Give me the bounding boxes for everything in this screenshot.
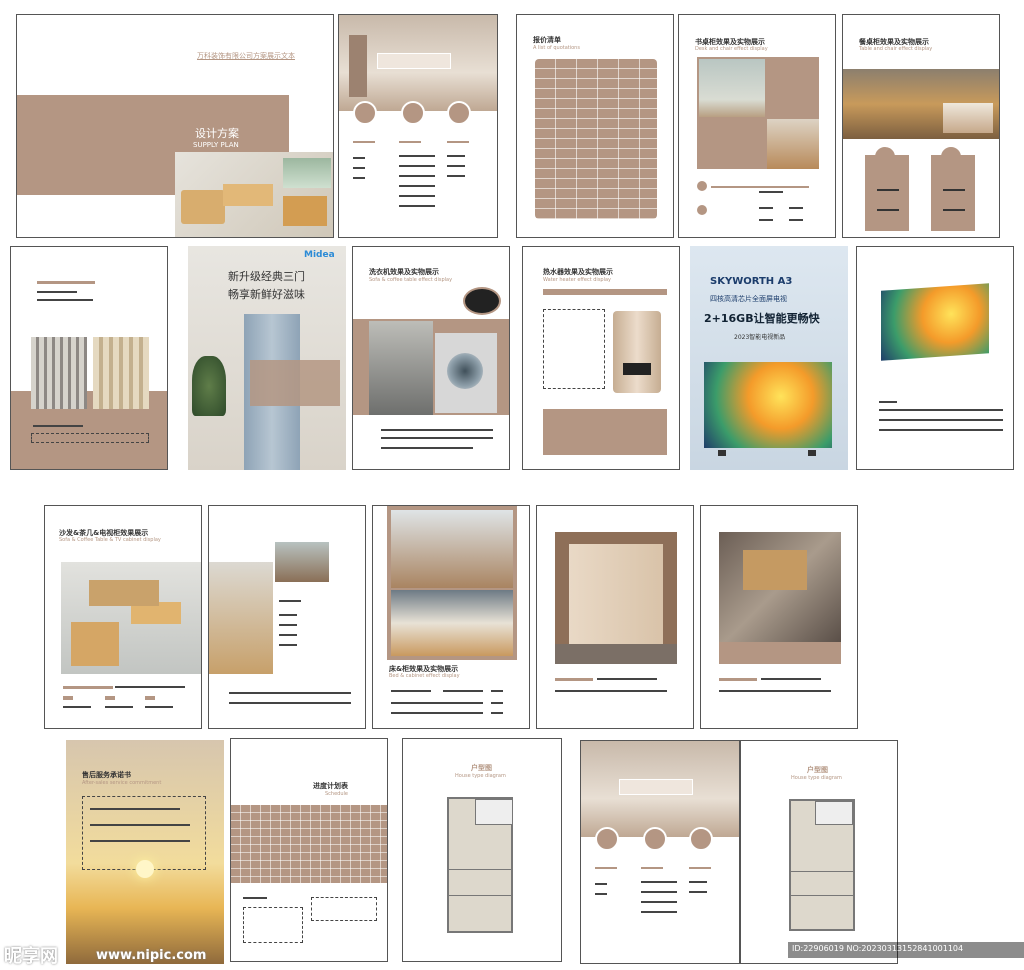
- bedroom-render-photo: [391, 510, 513, 588]
- image-id-text: ID:22906019 NO:20230313152841001104: [792, 944, 964, 953]
- bed-product-photo: [391, 590, 513, 656]
- schedule-subtitle: Schedule: [325, 791, 348, 797]
- table-chair-subtitle: Table and chair effect display: [859, 46, 933, 52]
- curtain-photo-1: [31, 337, 87, 409]
- aftersale-title: 售后服务承诺书: [82, 771, 131, 779]
- desk-subtitle: Desk and chair effect display: [695, 46, 768, 52]
- skyworth-logo: SKYWORTH A3: [710, 276, 793, 287]
- desk-page: 书桌柜效果及实物展示 Desk and chair effect display: [678, 14, 836, 238]
- sofa-subtitle: Sofa & Coffee Table & TV cabinet display: [59, 537, 161, 543]
- tv-headline-2: 2+16GB让智能更畅快: [704, 312, 820, 325]
- cover-company-text: 万科装饰有限公司方案展示文本: [197, 52, 295, 60]
- tv-ad-page: SKYWORTH A3 四核高清芯片全面屏电视 2+16GB让智能更畅快 202…: [690, 246, 848, 470]
- floorplan-page: 户型图 House type diagram: [402, 738, 562, 962]
- cover-page: 万科装饰有限公司方案展示文本 设计方案 SUPPLY PLAN: [16, 14, 334, 238]
- image-id-bar: ID:22906019 NO:20230313152841001104: [788, 942, 1024, 958]
- tv-spec-page: [856, 246, 1014, 470]
- quotation-subtitle: A list of quotations: [533, 45, 580, 51]
- schedule-table: [231, 805, 387, 883]
- schedule-page: 进度计划表 Schedule: [230, 738, 388, 962]
- tv-image: [704, 362, 832, 448]
- schedule-title: 进度计划表: [313, 782, 348, 790]
- fridge-headline-1: 新升级经典三门: [228, 270, 305, 283]
- cabinet-page: [700, 505, 858, 729]
- bed-page: 床&柜效果及实物展示 Bed & cabinet effect display: [372, 505, 530, 729]
- fridge-headline-2: 畅享新鲜好滋味: [228, 288, 305, 301]
- cover-subtitle: SUPPLY PLAN: [193, 141, 239, 149]
- nipic-logo: 昵享网: [4, 946, 58, 967]
- floorplan-title: 户型图: [471, 764, 492, 772]
- washer-page: 洗衣机效果及实物展示 Sofa & coffee table effect di…: [352, 246, 510, 470]
- tv-cabinet-page: [208, 505, 366, 729]
- nipic-url: www.nipic.com: [96, 948, 207, 963]
- tv-product-image: [881, 283, 989, 361]
- midea-logo: Midea: [304, 250, 335, 260]
- washer-room-photo: [369, 321, 433, 415]
- kitchen-render-photo-2: [581, 741, 739, 837]
- quotation-title: 报价清单: [533, 36, 561, 44]
- heater-subtitle: Water heater effect display: [543, 277, 612, 283]
- desk-room-photo: [699, 59, 765, 117]
- tv-cabinet-photo-top: [275, 542, 329, 582]
- floorplan-2-drawing: [789, 799, 855, 931]
- curtain-page: [10, 246, 168, 470]
- washer-title: 洗衣机效果及实物展示: [369, 268, 439, 276]
- tv-headline-1: 四核高清芯片全面屏电视: [710, 295, 787, 303]
- desk-product-photo: [767, 119, 819, 169]
- dining-table-photo: [843, 69, 999, 139]
- render-summary-page-2: [580, 740, 740, 964]
- tv-cabinet-photo-main: [209, 562, 273, 674]
- heater-text-box: [543, 309, 605, 389]
- sofa-room-photo: [61, 562, 201, 674]
- water-heater-image: [613, 311, 661, 393]
- table-chair-page: 餐桌柜效果及实物展示 Table and chair effect displa…: [842, 14, 1000, 238]
- circle-marker-2: [401, 101, 425, 125]
- floorplan-subtitle: House type diagram: [455, 773, 506, 779]
- render-summary-page: [338, 14, 498, 238]
- circle-marker-3: [447, 101, 471, 125]
- sofa-page: 沙发&茶几&电视柜效果展示 Sofa & Coffee Table & TV c…: [44, 505, 202, 729]
- aftersale-subtitle: After-sales service commitment: [82, 780, 162, 786]
- heater-title: 热水器效果及实物展示: [543, 268, 613, 276]
- circle-marker-1: [353, 101, 377, 125]
- bed-subtitle: Bed & cabinet effect display: [389, 673, 460, 679]
- aftersale-page: 售后服务承诺书 After-sales service commitment: [66, 740, 224, 964]
- quotation-table: [535, 59, 657, 219]
- fridge-page: Midea 新升级经典三门 畅享新鲜好滋味: [188, 246, 346, 470]
- living-room-photo: [175, 152, 333, 237]
- heater-page: 热水器效果及实物展示 Water heater effect display: [522, 246, 680, 470]
- floorplan-drawing: [447, 797, 513, 933]
- floorplan-2-title: 户型图: [807, 766, 828, 774]
- wardrobe-page: [536, 505, 694, 729]
- cover-title: 设计方案: [195, 127, 239, 140]
- wardrobe-photo: [555, 532, 677, 664]
- floorplan-page-2: 户型图 House type diagram: [740, 740, 898, 964]
- tv-headline-3: 2023智能电视新品: [734, 334, 786, 341]
- washer-subtitle: Sofa & coffee table effect display: [369, 277, 453, 283]
- cabinet-photo: [719, 532, 841, 642]
- washer-product-photo: [435, 333, 497, 413]
- quotation-page: 报价清单 A list of quotations: [516, 14, 674, 238]
- floorplan-2-subtitle: House type diagram: [791, 775, 842, 781]
- curtain-photo-2: [93, 337, 149, 409]
- kitchen-render-photo: [339, 15, 497, 111]
